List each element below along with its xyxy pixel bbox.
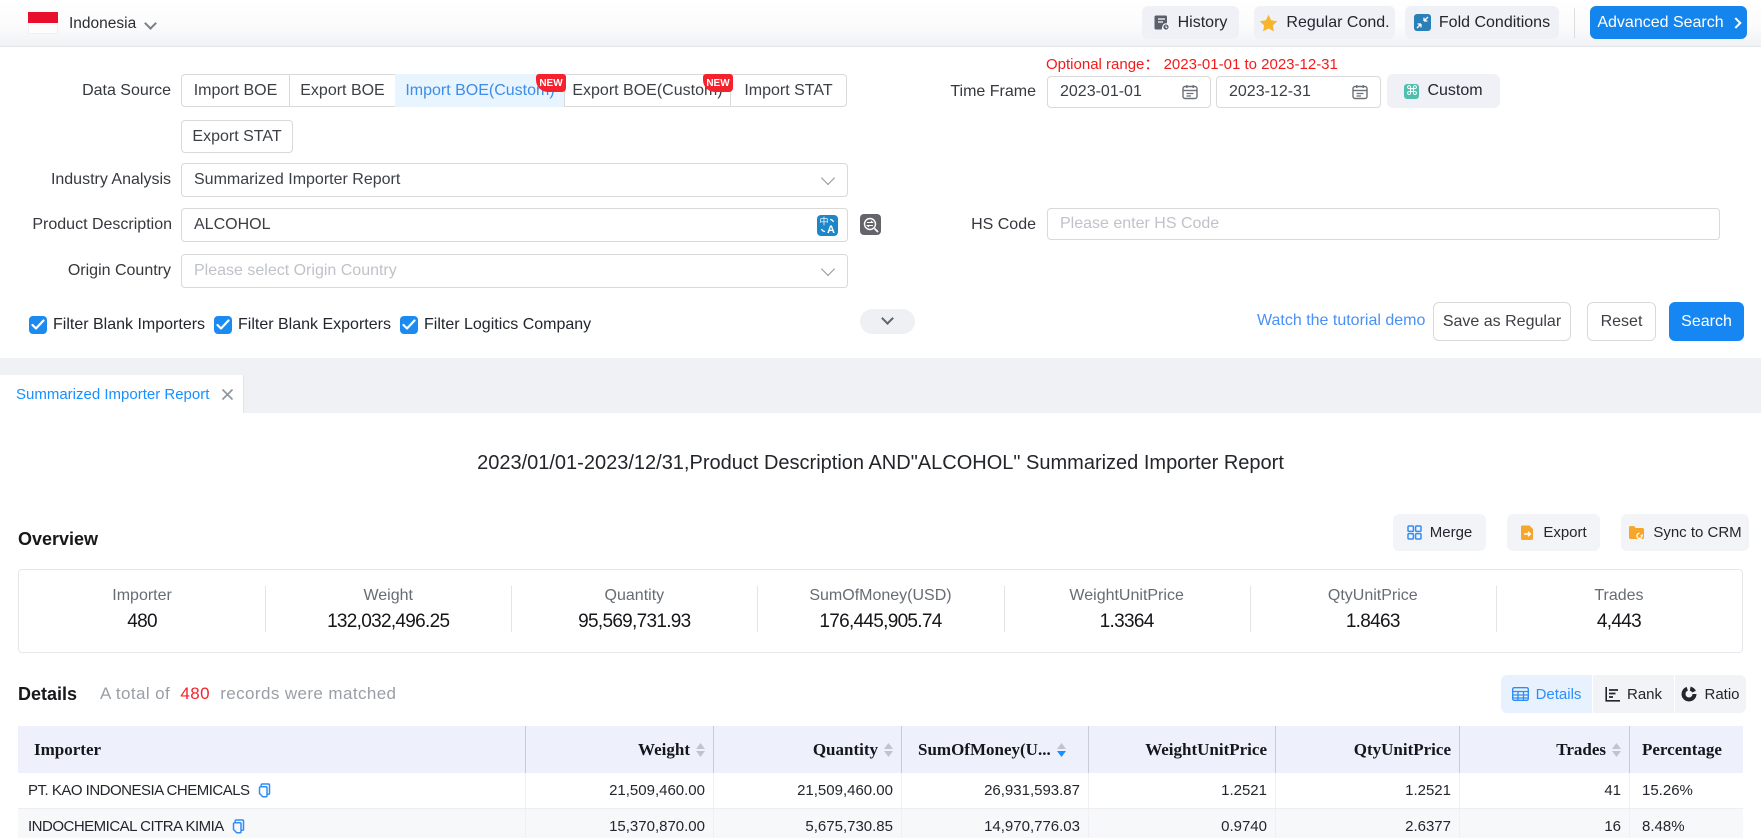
svg-text:A: A <box>827 224 835 236</box>
